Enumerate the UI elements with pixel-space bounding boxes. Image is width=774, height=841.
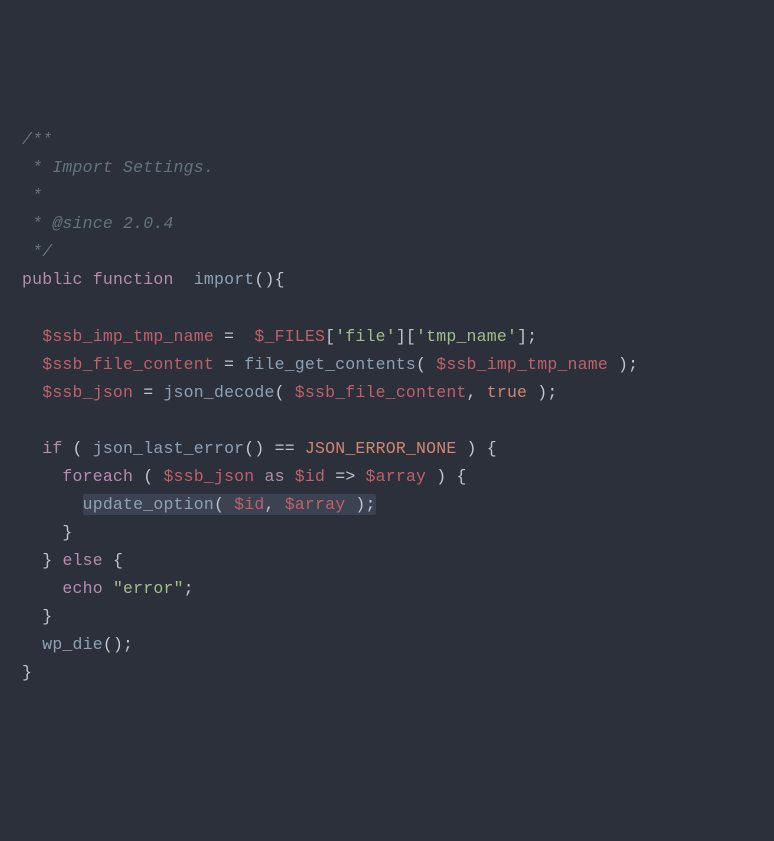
code-line: } else { <box>22 547 752 575</box>
comment-star: * <box>22 186 42 205</box>
string: 'file' <box>335 327 396 346</box>
brace-close: } <box>42 607 52 626</box>
code-line: $ssb_json = json_decode( $ssb_file_conte… <box>22 379 752 407</box>
brace-close: } <box>22 663 32 682</box>
string: 'tmp_name' <box>416 327 517 346</box>
keyword-foreach: foreach <box>62 467 133 486</box>
variable: $id <box>295 467 325 486</box>
code-line: wp_die(); <box>22 631 752 659</box>
keyword-else: else <box>62 551 102 570</box>
code-line-highlighted: update_option( $id, $array ); <box>22 491 752 519</box>
keyword-as: as <box>254 467 294 486</box>
superglobal: $_FILES <box>254 327 325 346</box>
function-name: import <box>194 270 255 289</box>
comment-text: Import Settings. <box>52 158 214 177</box>
bracket: ]; <box>517 327 537 346</box>
keyword-function: function <box>93 270 174 289</box>
variable: $ssb_imp_tmp_name <box>42 327 214 346</box>
operator-assign: = <box>214 355 244 374</box>
const-true: true <box>487 383 527 402</box>
paren: ) { <box>426 467 466 486</box>
operator-assign: = <box>214 327 254 346</box>
variable: $ssb_json <box>163 467 254 486</box>
comma: , <box>467 383 487 402</box>
paren: ) { <box>456 439 496 458</box>
variable: $ssb_file_content <box>42 355 214 374</box>
code-line: */ <box>22 238 752 266</box>
brace-open: { <box>103 551 123 570</box>
bracket: [ <box>325 327 335 346</box>
paren: ( <box>62 439 92 458</box>
paren: ); <box>608 355 638 374</box>
code-line: $ssb_file_content = file_get_contents( $… <box>22 351 752 379</box>
keyword-public: public <box>22 270 83 289</box>
function-call: wp_die <box>42 635 103 654</box>
code-line: } <box>22 603 752 631</box>
keyword-echo: echo <box>62 579 102 598</box>
punct: (){ <box>254 270 284 289</box>
semicolon: ; <box>184 579 194 598</box>
keyword-if: if <box>42 439 62 458</box>
code-line: echo "error"; <box>22 575 752 603</box>
code-line: foreach ( $ssb_json as $id => $array ) { <box>22 463 752 491</box>
code-line: if ( json_last_error() == JSON_ERROR_NON… <box>22 435 752 463</box>
variable: $array <box>366 467 427 486</box>
constant: JSON_ERROR_NONE <box>305 439 457 458</box>
paren: (); <box>103 635 133 654</box>
function-call: update_option <box>83 495 214 514</box>
code-block: /** * Import Settings. * * @since 2.0.4 … <box>22 126 752 687</box>
function-call: json_decode <box>163 383 274 402</box>
docblock-tag: @since <box>52 214 113 233</box>
paren: ( <box>275 383 295 402</box>
code-line: } <box>22 659 752 687</box>
comment-close: */ <box>22 242 52 261</box>
comma: , <box>264 495 284 514</box>
code-line: public function import(){ <box>22 266 752 294</box>
paren: ); <box>527 383 557 402</box>
function-call: json_last_error <box>93 439 245 458</box>
paren: ( <box>416 355 436 374</box>
paren: () <box>244 439 264 458</box>
operator-arrow: => <box>325 467 365 486</box>
code-line: /** <box>22 126 752 154</box>
blank-line <box>22 294 752 322</box>
comment-star: * <box>22 158 52 177</box>
variable: $array <box>285 495 346 514</box>
comment-star: * <box>22 214 52 233</box>
function-call: file_get_contents <box>244 355 416 374</box>
code-line: * @since 2.0.4 <box>22 210 752 238</box>
code-line: } <box>22 519 752 547</box>
code-line: $ssb_imp_tmp_name = $_FILES['file']['tmp… <box>22 323 752 351</box>
variable: $ssb_json <box>42 383 133 402</box>
operator-assign: = <box>133 383 163 402</box>
brace-close: } <box>42 551 62 570</box>
variable: $ssb_file_content <box>295 383 467 402</box>
blank-line <box>22 407 752 435</box>
paren: ( <box>214 495 234 514</box>
variable: $ssb_imp_tmp_name <box>436 355 608 374</box>
code-line: * Import Settings. <box>22 154 752 182</box>
variable: $id <box>234 495 264 514</box>
code-line: * <box>22 182 752 210</box>
highlight: update_option( $id, $array ); <box>83 494 376 515</box>
paren: ( <box>133 467 163 486</box>
comment-open: /** <box>22 130 52 149</box>
brace-close: } <box>62 523 72 542</box>
space <box>103 579 113 598</box>
string: "error" <box>113 579 184 598</box>
bracket: ][ <box>396 327 416 346</box>
paren: ); <box>345 495 375 514</box>
docblock-version: 2.0.4 <box>113 214 174 233</box>
operator-eq: == <box>265 439 305 458</box>
